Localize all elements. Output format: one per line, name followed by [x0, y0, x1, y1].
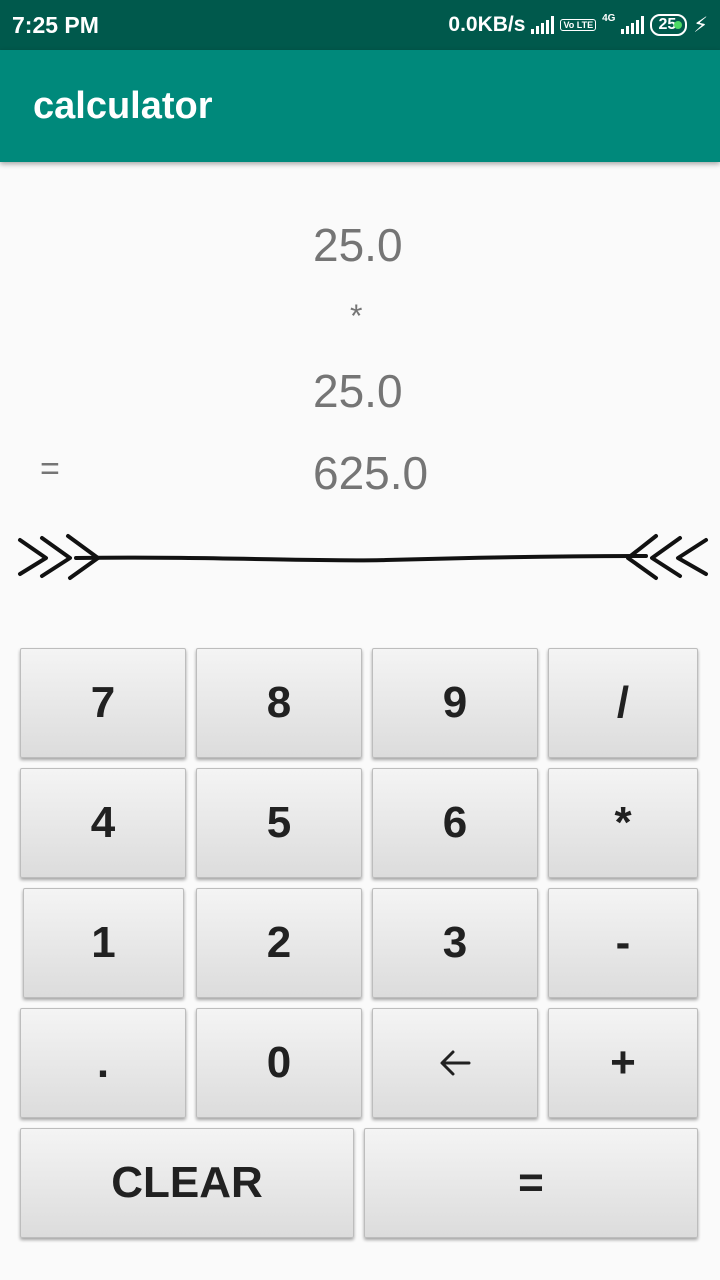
equals-button[interactable]: =: [364, 1128, 698, 1238]
backspace-button[interactable]: [372, 1008, 538, 1118]
signal-icon: [531, 16, 555, 34]
app-bar: calculator: [0, 50, 720, 162]
backspace-icon: [440, 1050, 471, 1076]
digit-8-button[interactable]: 8: [196, 648, 362, 758]
equals-label: =: [40, 450, 60, 488]
network-speed: 0.0KB/s: [448, 13, 526, 36]
digit-4-button[interactable]: 4: [20, 768, 186, 878]
digit-9-button[interactable]: 9: [372, 648, 538, 758]
clear-button[interactable]: CLEAR: [20, 1128, 354, 1238]
volte-icon: Vo LTE: [560, 19, 597, 31]
status-time: 7:25 PM: [12, 11, 99, 38]
multiply-button[interactable]: *: [548, 768, 698, 878]
network-type-label: 4G: [602, 12, 616, 24]
status-bar: 7:25 PM 0.0KB/s Vo LTE 4G 25 ⚡: [0, 0, 720, 50]
arrow-divider-icon: [18, 534, 708, 580]
add-button[interactable]: +: [548, 1008, 698, 1118]
digit-0-button[interactable]: 0: [196, 1008, 362, 1118]
decimal-button[interactable]: .: [20, 1008, 186, 1118]
status-icons: 0.0KB/s Vo LTE 4G 25 ⚡: [448, 13, 708, 38]
signal-4g-icon: [621, 16, 645, 34]
digit-3-button[interactable]: 3: [372, 888, 538, 998]
subtract-button[interactable]: -: [548, 888, 698, 998]
battery-icon: 25: [650, 14, 688, 36]
charging-icon: ⚡: [693, 13, 708, 37]
operator-display: *: [350, 298, 363, 334]
digit-2-button[interactable]: 2: [196, 888, 362, 998]
divide-button[interactable]: /: [548, 648, 698, 758]
result-display: 625.0: [313, 447, 429, 499]
digit-6-button[interactable]: 6: [372, 768, 538, 878]
digit-7-button[interactable]: 7: [20, 648, 186, 758]
app-title: calculator: [33, 84, 213, 127]
digit-5-button[interactable]: 5: [196, 768, 362, 878]
digit-1-button[interactable]: 1: [23, 888, 184, 998]
first-operand: 25.0: [313, 219, 403, 271]
second-operand: 25.0: [313, 365, 403, 417]
